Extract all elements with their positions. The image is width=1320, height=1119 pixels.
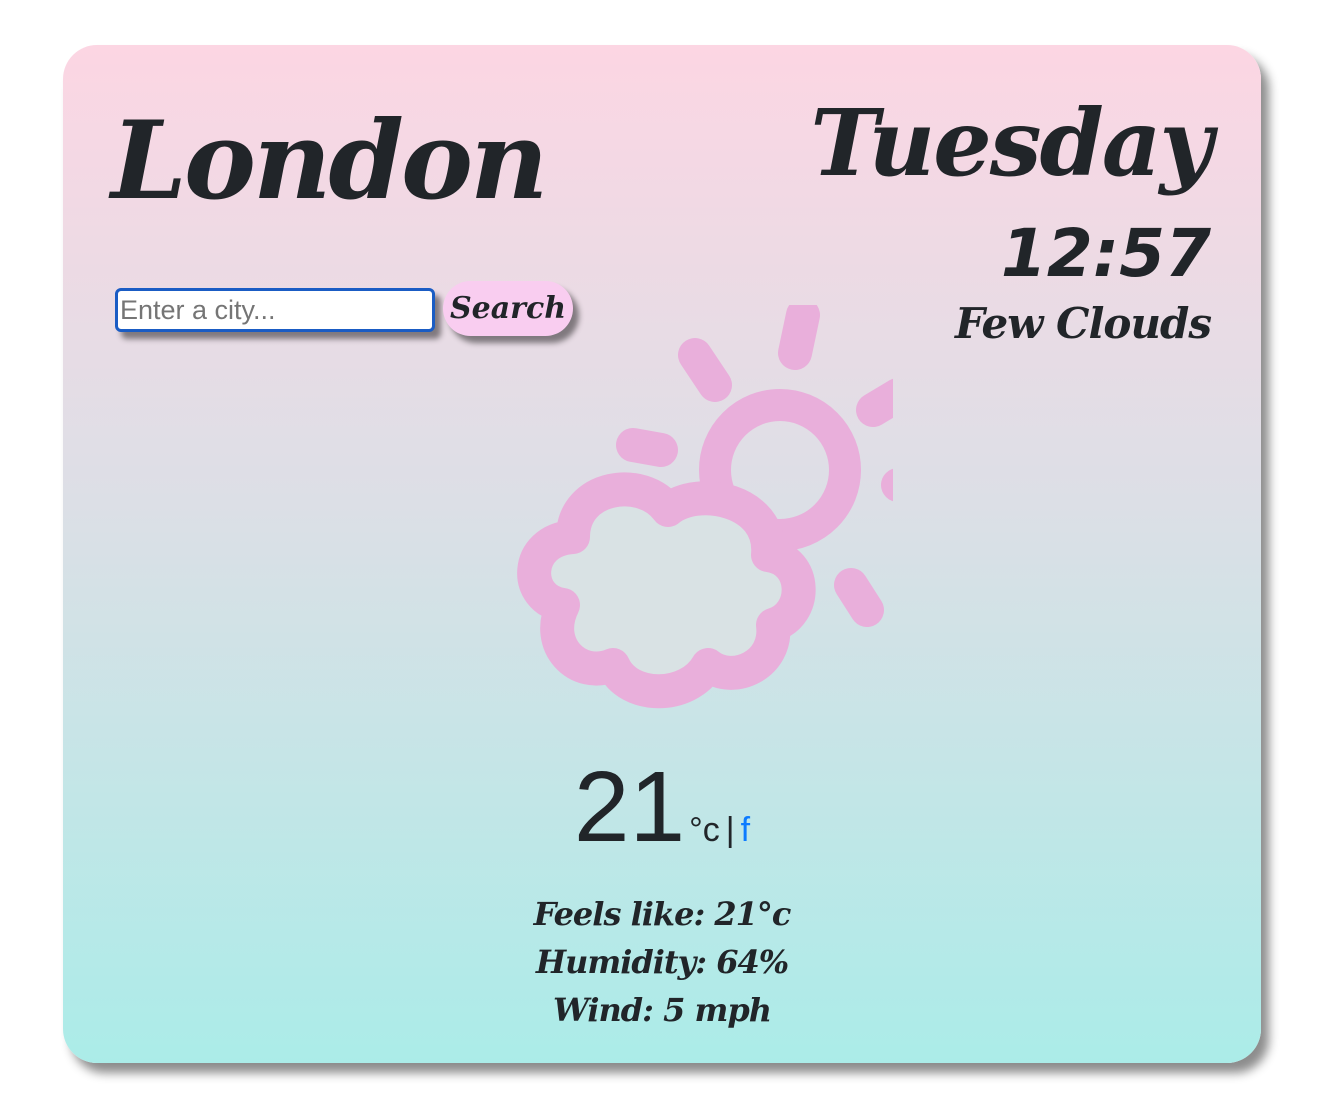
city-search-input[interactable] xyxy=(115,288,435,332)
fahrenheit-link[interactable]: f xyxy=(741,811,750,850)
temperature-display: 21 °c | f xyxy=(63,757,1261,857)
feels-like-row: Feels like: 21°c xyxy=(63,890,1261,938)
wind-row: Wind: 5 mph xyxy=(63,986,1261,1034)
weather-description: Few Clouds xyxy=(955,299,1212,348)
weather-details: Feels like: 21°c Humidity: 64% Wind: 5 m… xyxy=(63,890,1261,1034)
humidity-row: Humidity: 64% xyxy=(63,938,1261,986)
wind-value: 5 mph xyxy=(663,991,772,1029)
humidity-value: 64% xyxy=(716,943,789,981)
city-name: London xyxy=(111,98,549,224)
feels-like-label: Feels like: xyxy=(533,895,706,933)
weather-card: London Search Tuesday 12:57 Few Clouds 2… xyxy=(63,45,1261,1063)
wind-label: Wind: xyxy=(552,991,654,1029)
current-time: 12:57 xyxy=(1000,215,1211,292)
celsius-unit[interactable]: °c xyxy=(689,811,720,850)
humidity-label: Humidity: xyxy=(535,943,707,981)
feels-like-value: 21°c xyxy=(714,895,791,933)
unit-separator: | xyxy=(725,811,735,849)
temperature-value: 21 xyxy=(573,751,686,863)
weekday: Tuesday xyxy=(810,89,1213,197)
few-clouds-icon xyxy=(517,305,893,709)
